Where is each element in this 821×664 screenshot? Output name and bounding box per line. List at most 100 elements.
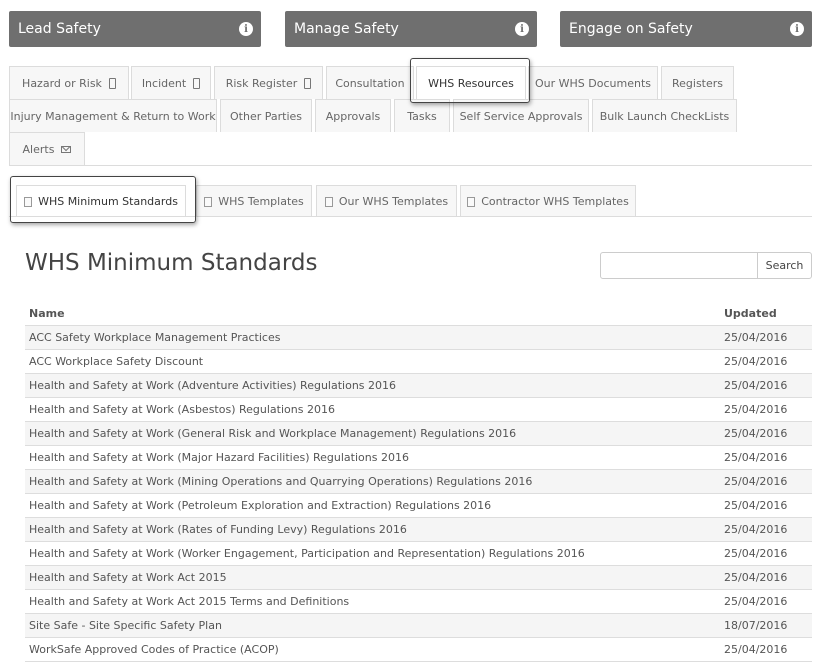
document-name-link[interactable]: Health and Safety at Work Act 2015 Terms… bbox=[25, 595, 724, 608]
document-name-link[interactable]: WorkSafe Approved Codes of Practice (ACO… bbox=[25, 643, 724, 656]
document-name-link[interactable]: Health and Safety at Work (Asbestos) Reg… bbox=[25, 403, 724, 416]
updated-date: 25/04/2016 bbox=[724, 499, 788, 512]
subtab-label: Our WHS Templates bbox=[338, 195, 449, 208]
document-name-link[interactable]: Health and Safety at Work (Worker Engage… bbox=[25, 547, 724, 560]
updated-date: 25/04/2016 bbox=[724, 331, 788, 344]
page-title: WHS Minimum Standards bbox=[25, 250, 318, 276]
document-name-link[interactable]: Health and Safety at Work (Rates of Fund… bbox=[25, 523, 724, 536]
updated-date: 25/04/2016 bbox=[724, 571, 788, 584]
table-row[interactable]: Health and Safety at Work (Major Hazard … bbox=[25, 446, 812, 470]
table-row[interactable]: Health and Safety at Work Act 2015 Terms… bbox=[25, 590, 812, 614]
subtab-whs-templates[interactable]: WHS Templates bbox=[196, 185, 312, 217]
subtabs-divider bbox=[9, 216, 812, 217]
subtab-contractor-whs-templates[interactable]: Contractor WHS Templates bbox=[460, 185, 636, 217]
search-button[interactable]: Search bbox=[757, 252, 812, 279]
document-icon bbox=[24, 196, 33, 207]
tab-whs-resources[interactable]: WHS Resources bbox=[416, 66, 526, 99]
table-row[interactable]: Health and Safety at Work (Worker Engage… bbox=[25, 542, 812, 566]
info-icon[interactable]: i bbox=[790, 22, 804, 36]
document-name-link[interactable]: Health and Safety at Work Act 2015 bbox=[25, 571, 724, 584]
lead-safety-button[interactable]: Lead Safety i bbox=[9, 11, 261, 47]
updated-date: 25/04/2016 bbox=[724, 403, 788, 416]
table-row[interactable]: Health and Safety at Work (General Risk … bbox=[25, 422, 812, 446]
document-icon bbox=[324, 196, 333, 207]
document-name-link[interactable]: Health and Safety at Work (Major Hazard … bbox=[25, 451, 724, 464]
table-row[interactable]: Site Safe - Site Specific Safety Plan 18/… bbox=[25, 614, 812, 638]
tab-approvals[interactable]: Approvals bbox=[315, 99, 391, 132]
tab-consultation[interactable]: Consultation bbox=[326, 66, 414, 99]
engage-on-safety-label: Engage on Safety bbox=[569, 21, 693, 37]
tab-hazard-or-risk[interactable]: Hazard or Risk bbox=[9, 66, 129, 99]
name-column-header[interactable]: Name bbox=[25, 307, 724, 320]
info-icon[interactable]: i bbox=[515, 22, 529, 36]
search-input[interactable] bbox=[600, 252, 758, 279]
tab-our-whs-documents[interactable]: Our WHS Documents bbox=[528, 66, 658, 99]
tab-label: Injury Management & Return to Work bbox=[10, 109, 216, 123]
table-row[interactable]: ACC Workplace Safety Discount 25/04/2016 bbox=[25, 350, 812, 374]
tab-injury-management[interactable]: Injury Management & Return to Work bbox=[9, 99, 217, 132]
documents-table: Name Updated ACC Safety Workplace Manage… bbox=[25, 301, 812, 662]
document-name-link[interactable]: ACC Workplace Safety Discount bbox=[25, 355, 724, 368]
manage-safety-label: Manage Safety bbox=[294, 21, 399, 37]
engage-on-safety-button[interactable]: Engage on Safety i bbox=[560, 11, 812, 47]
tab-label: WHS Resources bbox=[428, 76, 514, 90]
updated-date: 25/04/2016 bbox=[724, 475, 788, 488]
table-row[interactable]: WorkSafe Approved Codes of Practice (ACO… bbox=[25, 638, 812, 662]
document-icon bbox=[204, 196, 213, 207]
document-name-link[interactable]: Health and Safety at Work (Petroleum Exp… bbox=[25, 499, 724, 512]
document-name-link[interactable]: Health and Safety at Work (Adventure Act… bbox=[25, 379, 724, 392]
table-row[interactable]: Health and Safety at Work (Petroleum Exp… bbox=[25, 494, 812, 518]
mobile-icon bbox=[304, 77, 312, 89]
manage-safety-button[interactable]: Manage Safety i bbox=[285, 11, 537, 47]
document-name-link[interactable]: ACC Safety Workplace Management Practice… bbox=[25, 331, 724, 344]
updated-date: 25/04/2016 bbox=[724, 595, 788, 608]
lead-safety-label: Lead Safety bbox=[18, 21, 101, 37]
updated-date: 25/04/2016 bbox=[724, 379, 788, 392]
tab-label: Tasks bbox=[407, 109, 437, 123]
tab-incident[interactable]: Incident bbox=[131, 66, 211, 99]
mobile-icon bbox=[193, 77, 201, 89]
tab-label: Registers bbox=[671, 76, 724, 90]
table-row[interactable]: Health and Safety at Work (Mining Operat… bbox=[25, 470, 812, 494]
tab-other-parties[interactable]: Other Parties bbox=[220, 99, 312, 132]
subtab-label: WHS Templates bbox=[218, 195, 304, 208]
table-body: ACC Safety Workplace Management Practice… bbox=[25, 326, 812, 662]
table-row[interactable]: Health and Safety at Work Act 2015 25/04/… bbox=[25, 566, 812, 590]
subtab-our-whs-templates[interactable]: Our WHS Templates bbox=[316, 185, 457, 217]
tab-bulk-launch-checklists[interactable]: Bulk Launch CheckLists bbox=[592, 99, 737, 132]
tab-alerts[interactable]: Alerts bbox=[9, 132, 85, 165]
updated-date: 25/04/2016 bbox=[724, 643, 788, 656]
updated-date: 18/07/2016 bbox=[724, 619, 788, 632]
tab-label: Self Service Approvals bbox=[459, 109, 583, 123]
info-icon[interactable]: i bbox=[239, 22, 253, 36]
tab-registers[interactable]: Registers bbox=[661, 66, 734, 99]
subtab-whs-minimum-standards[interactable]: WHS Minimum Standards bbox=[16, 185, 186, 217]
tab-label: Consultation bbox=[335, 76, 405, 90]
updated-date: 25/04/2016 bbox=[724, 427, 788, 440]
table-row[interactable]: Health and Safety at Work (Rates of Fund… bbox=[25, 518, 812, 542]
table-row[interactable]: Health and Safety at Work (Adventure Act… bbox=[25, 374, 812, 398]
updated-column-header[interactable]: Updated bbox=[724, 307, 812, 320]
tab-label: Our WHS Documents bbox=[535, 76, 651, 90]
document-name-link[interactable]: Health and Safety at Work (Mining Operat… bbox=[25, 475, 724, 488]
document-name-link[interactable]: Site Safe - Site Specific Safety Plan bbox=[25, 619, 724, 632]
tab-risk-register[interactable]: Risk Register bbox=[214, 66, 323, 99]
tab-label: Hazard or Risk bbox=[22, 76, 102, 90]
tab-label: Approvals bbox=[325, 109, 381, 123]
subtab-label: Contractor WHS Templates bbox=[481, 195, 629, 208]
document-name-link[interactable]: Health and Safety at Work (General Risk … bbox=[25, 427, 724, 440]
mobile-icon bbox=[108, 77, 116, 89]
updated-date: 25/04/2016 bbox=[724, 451, 788, 464]
tab-label: Other Parties bbox=[230, 109, 302, 123]
subtab-label: WHS Minimum Standards bbox=[38, 195, 178, 208]
updated-date: 25/04/2016 bbox=[724, 523, 788, 536]
envelope-icon bbox=[61, 145, 72, 153]
tab-self-service-approvals[interactable]: Self Service Approvals bbox=[453, 99, 589, 132]
page: Lead Safety i Manage Safety i Engage on … bbox=[0, 0, 821, 664]
table-row[interactable]: Health and Safety at Work (Asbestos) Reg… bbox=[25, 398, 812, 422]
table-header: Name Updated bbox=[25, 301, 812, 326]
tab-label: Bulk Launch CheckLists bbox=[599, 109, 730, 123]
tab-label: Incident bbox=[141, 76, 187, 90]
tab-tasks[interactable]: Tasks bbox=[394, 99, 450, 132]
table-row[interactable]: ACC Safety Workplace Management Practice… bbox=[25, 326, 812, 350]
